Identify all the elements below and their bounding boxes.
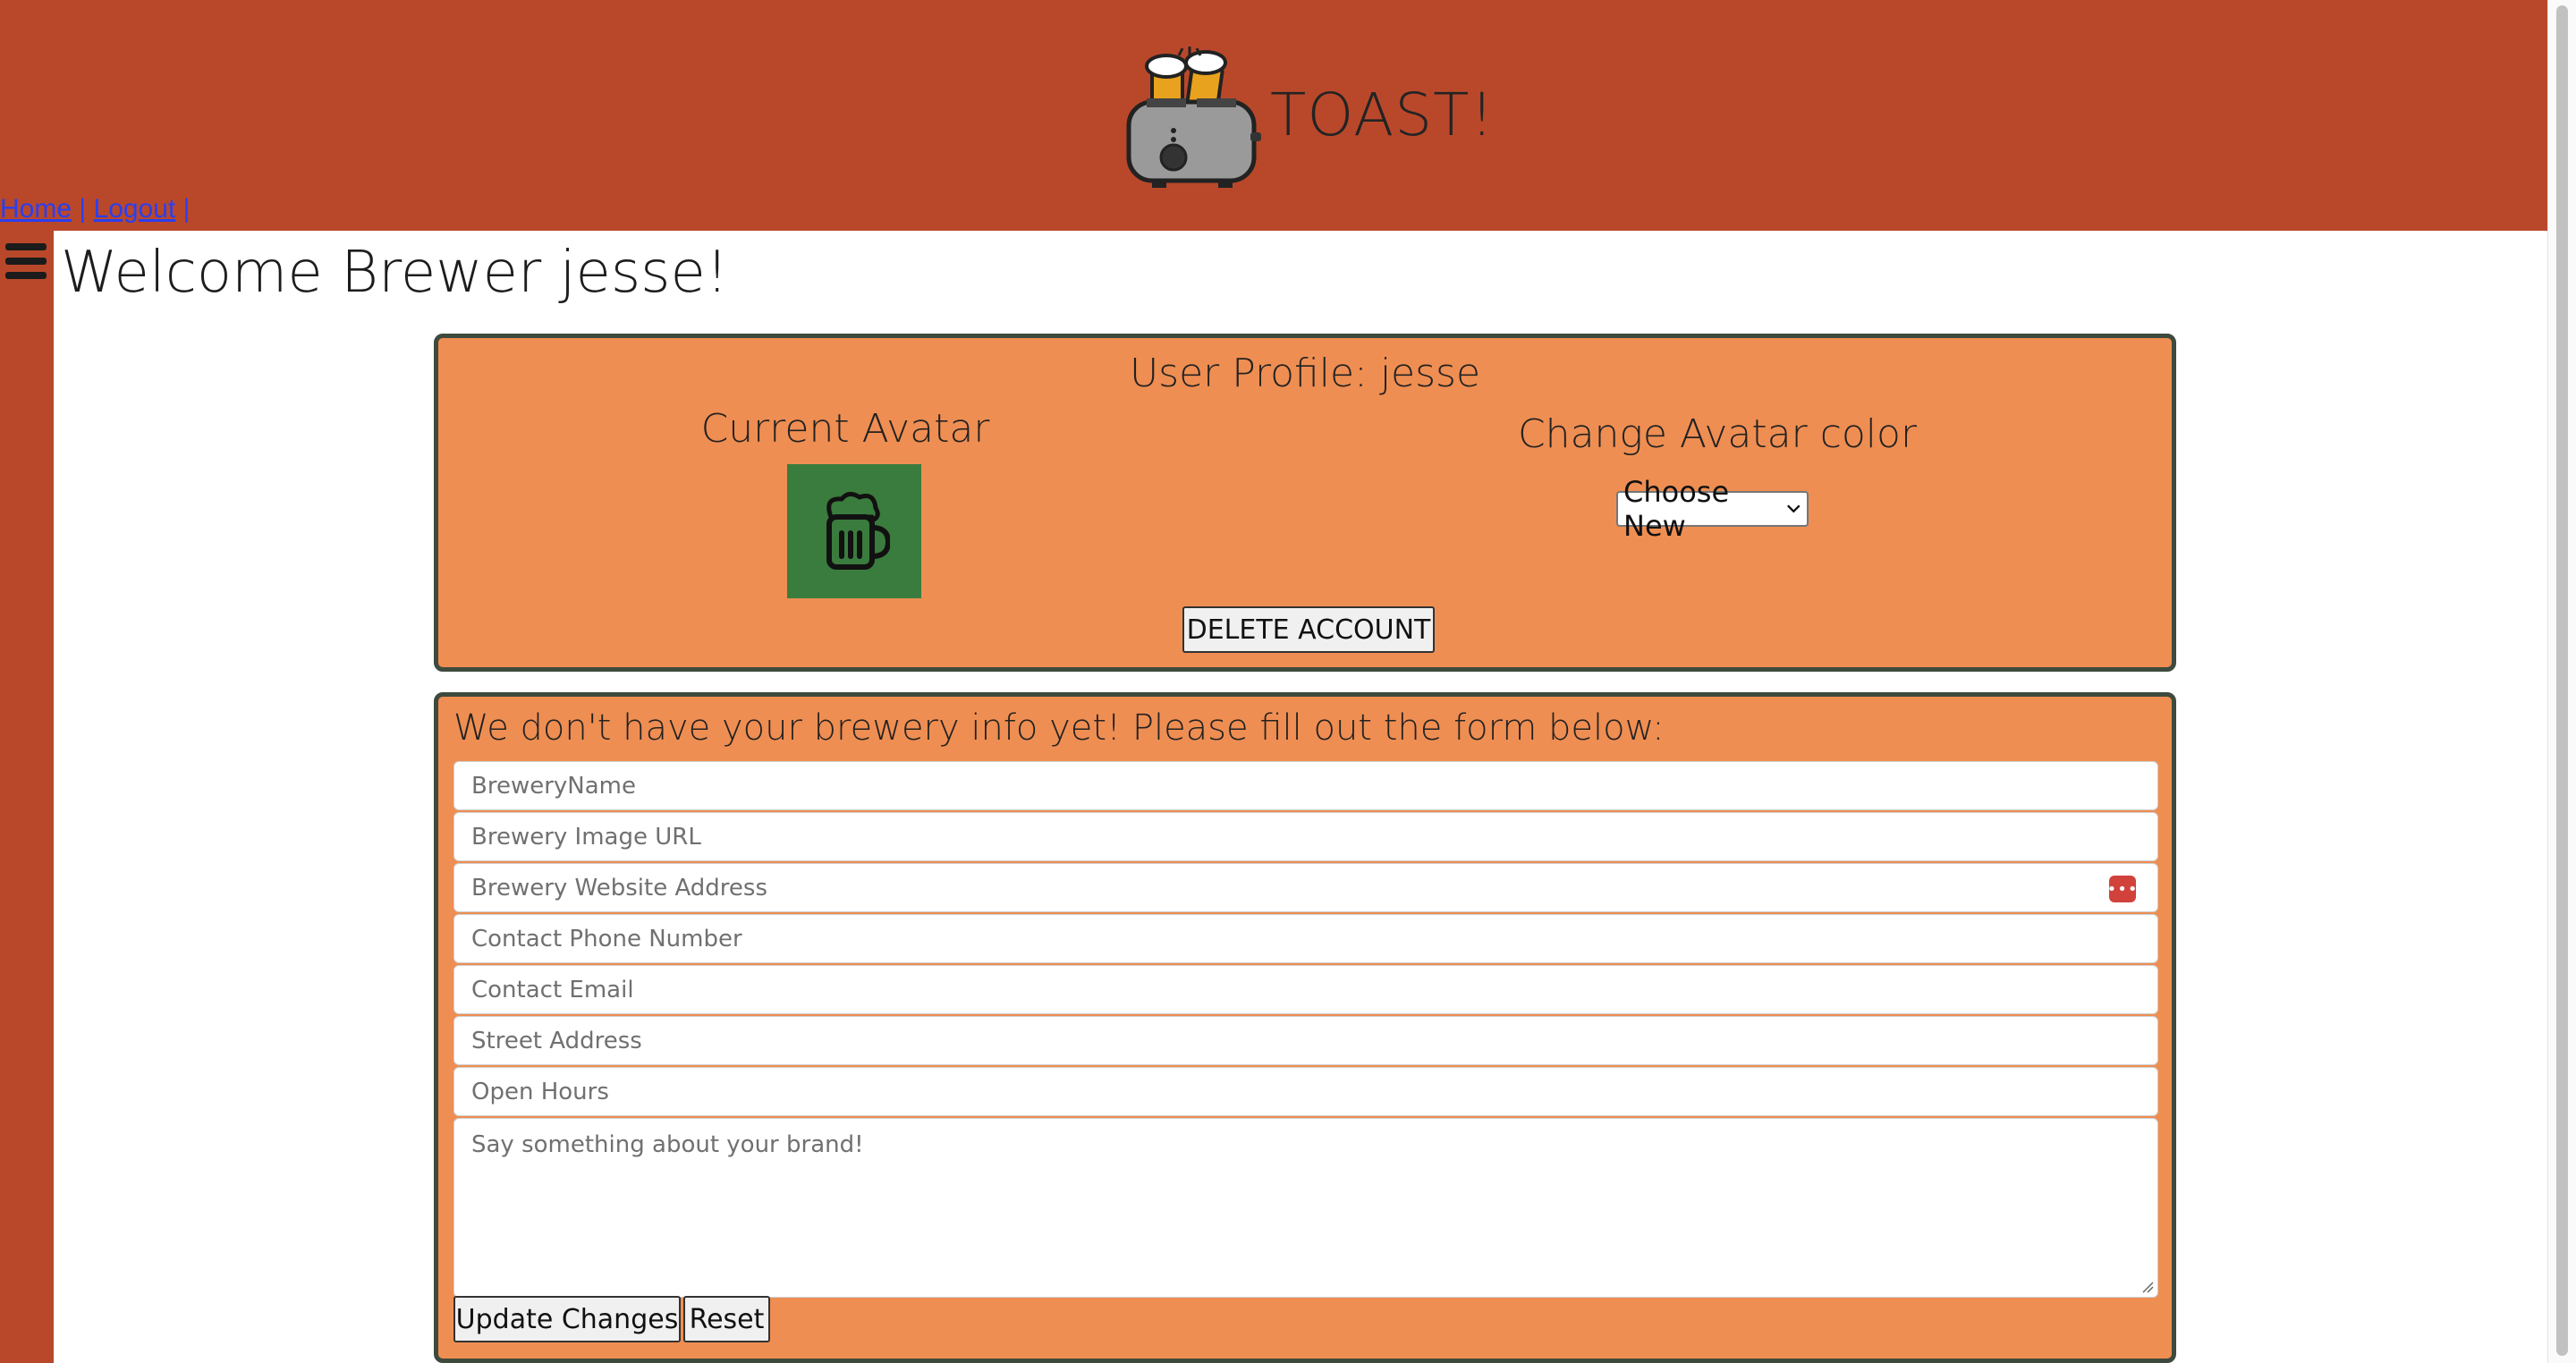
logout-link[interactable]: Logout (94, 194, 176, 224)
sidebar (0, 231, 54, 1363)
nav-separator: | (182, 194, 191, 224)
user-profile-panel: User Profile: jesse Current Avatar Chang… (434, 334, 2176, 672)
chevron-down-icon (1787, 504, 1801, 513)
vertical-scrollbar[interactable] (2547, 0, 2576, 1363)
nav-separator: | (79, 194, 87, 224)
avatar (787, 464, 921, 598)
reset-button[interactable]: Reset (683, 1296, 770, 1342)
delete-account-button[interactable]: DELETE ACCOUNT (1182, 606, 1435, 653)
hamburger-menu-icon[interactable] (5, 243, 47, 283)
change-avatar-color-label: Change Avatar color (1517, 411, 1918, 457)
street-address-input[interactable]: Street Address (453, 1016, 2158, 1065)
page-title: Welcome Brewer jesse! (61, 240, 729, 306)
avatar-color-select[interactable]: Choose New (1616, 475, 1809, 543)
contact-email-input[interactable]: Contact Email (453, 965, 2158, 1014)
brewery-website-input[interactable]: Brewery Website Address ••• (453, 863, 2158, 912)
site-header: TOAST! Home | Logout | (0, 0, 2548, 231)
profile-title: User Profile: jesse (1129, 351, 1481, 396)
brand-description-textarea[interactable]: Say something about your brand! (453, 1118, 2158, 1298)
brewery-website-placeholder: Brewery Website Address (471, 874, 768, 902)
scrollbar-thumb[interactable] (2556, 5, 2568, 1356)
select-value: Choose New (1623, 475, 1730, 543)
brand-logo[interactable]: TOAST! (1125, 43, 1495, 195)
toaster-beer-icon (1126, 47, 1261, 188)
top-nav: Home | Logout | (0, 194, 190, 224)
open-hours-input[interactable]: Open Hours (453, 1067, 2158, 1116)
home-link[interactable]: Home (0, 194, 72, 224)
brewery-form-panel: We don't have your brewery info yet! Ple… (434, 692, 2176, 1363)
password-manager-icon[interactable]: ••• (2107, 876, 2137, 902)
brewery-name-input[interactable]: BreweryName (453, 761, 2158, 810)
beer-mug-icon (826, 492, 890, 570)
brand-name: TOAST! (1270, 80, 1495, 149)
brewery-image-url-input[interactable]: Brewery Image URL (453, 812, 2158, 861)
update-changes-button[interactable]: Update Changes (453, 1296, 681, 1342)
resize-handle-icon[interactable] (2141, 1281, 2154, 1293)
brewery-info-message: We don't have your brewery info yet! Ple… (453, 707, 1665, 749)
current-avatar-label: Current Avatar (700, 406, 990, 452)
brand-description-placeholder: Say something about your brand! (471, 1131, 864, 1158)
contact-phone-input[interactable]: Contact Phone Number (453, 914, 2158, 963)
